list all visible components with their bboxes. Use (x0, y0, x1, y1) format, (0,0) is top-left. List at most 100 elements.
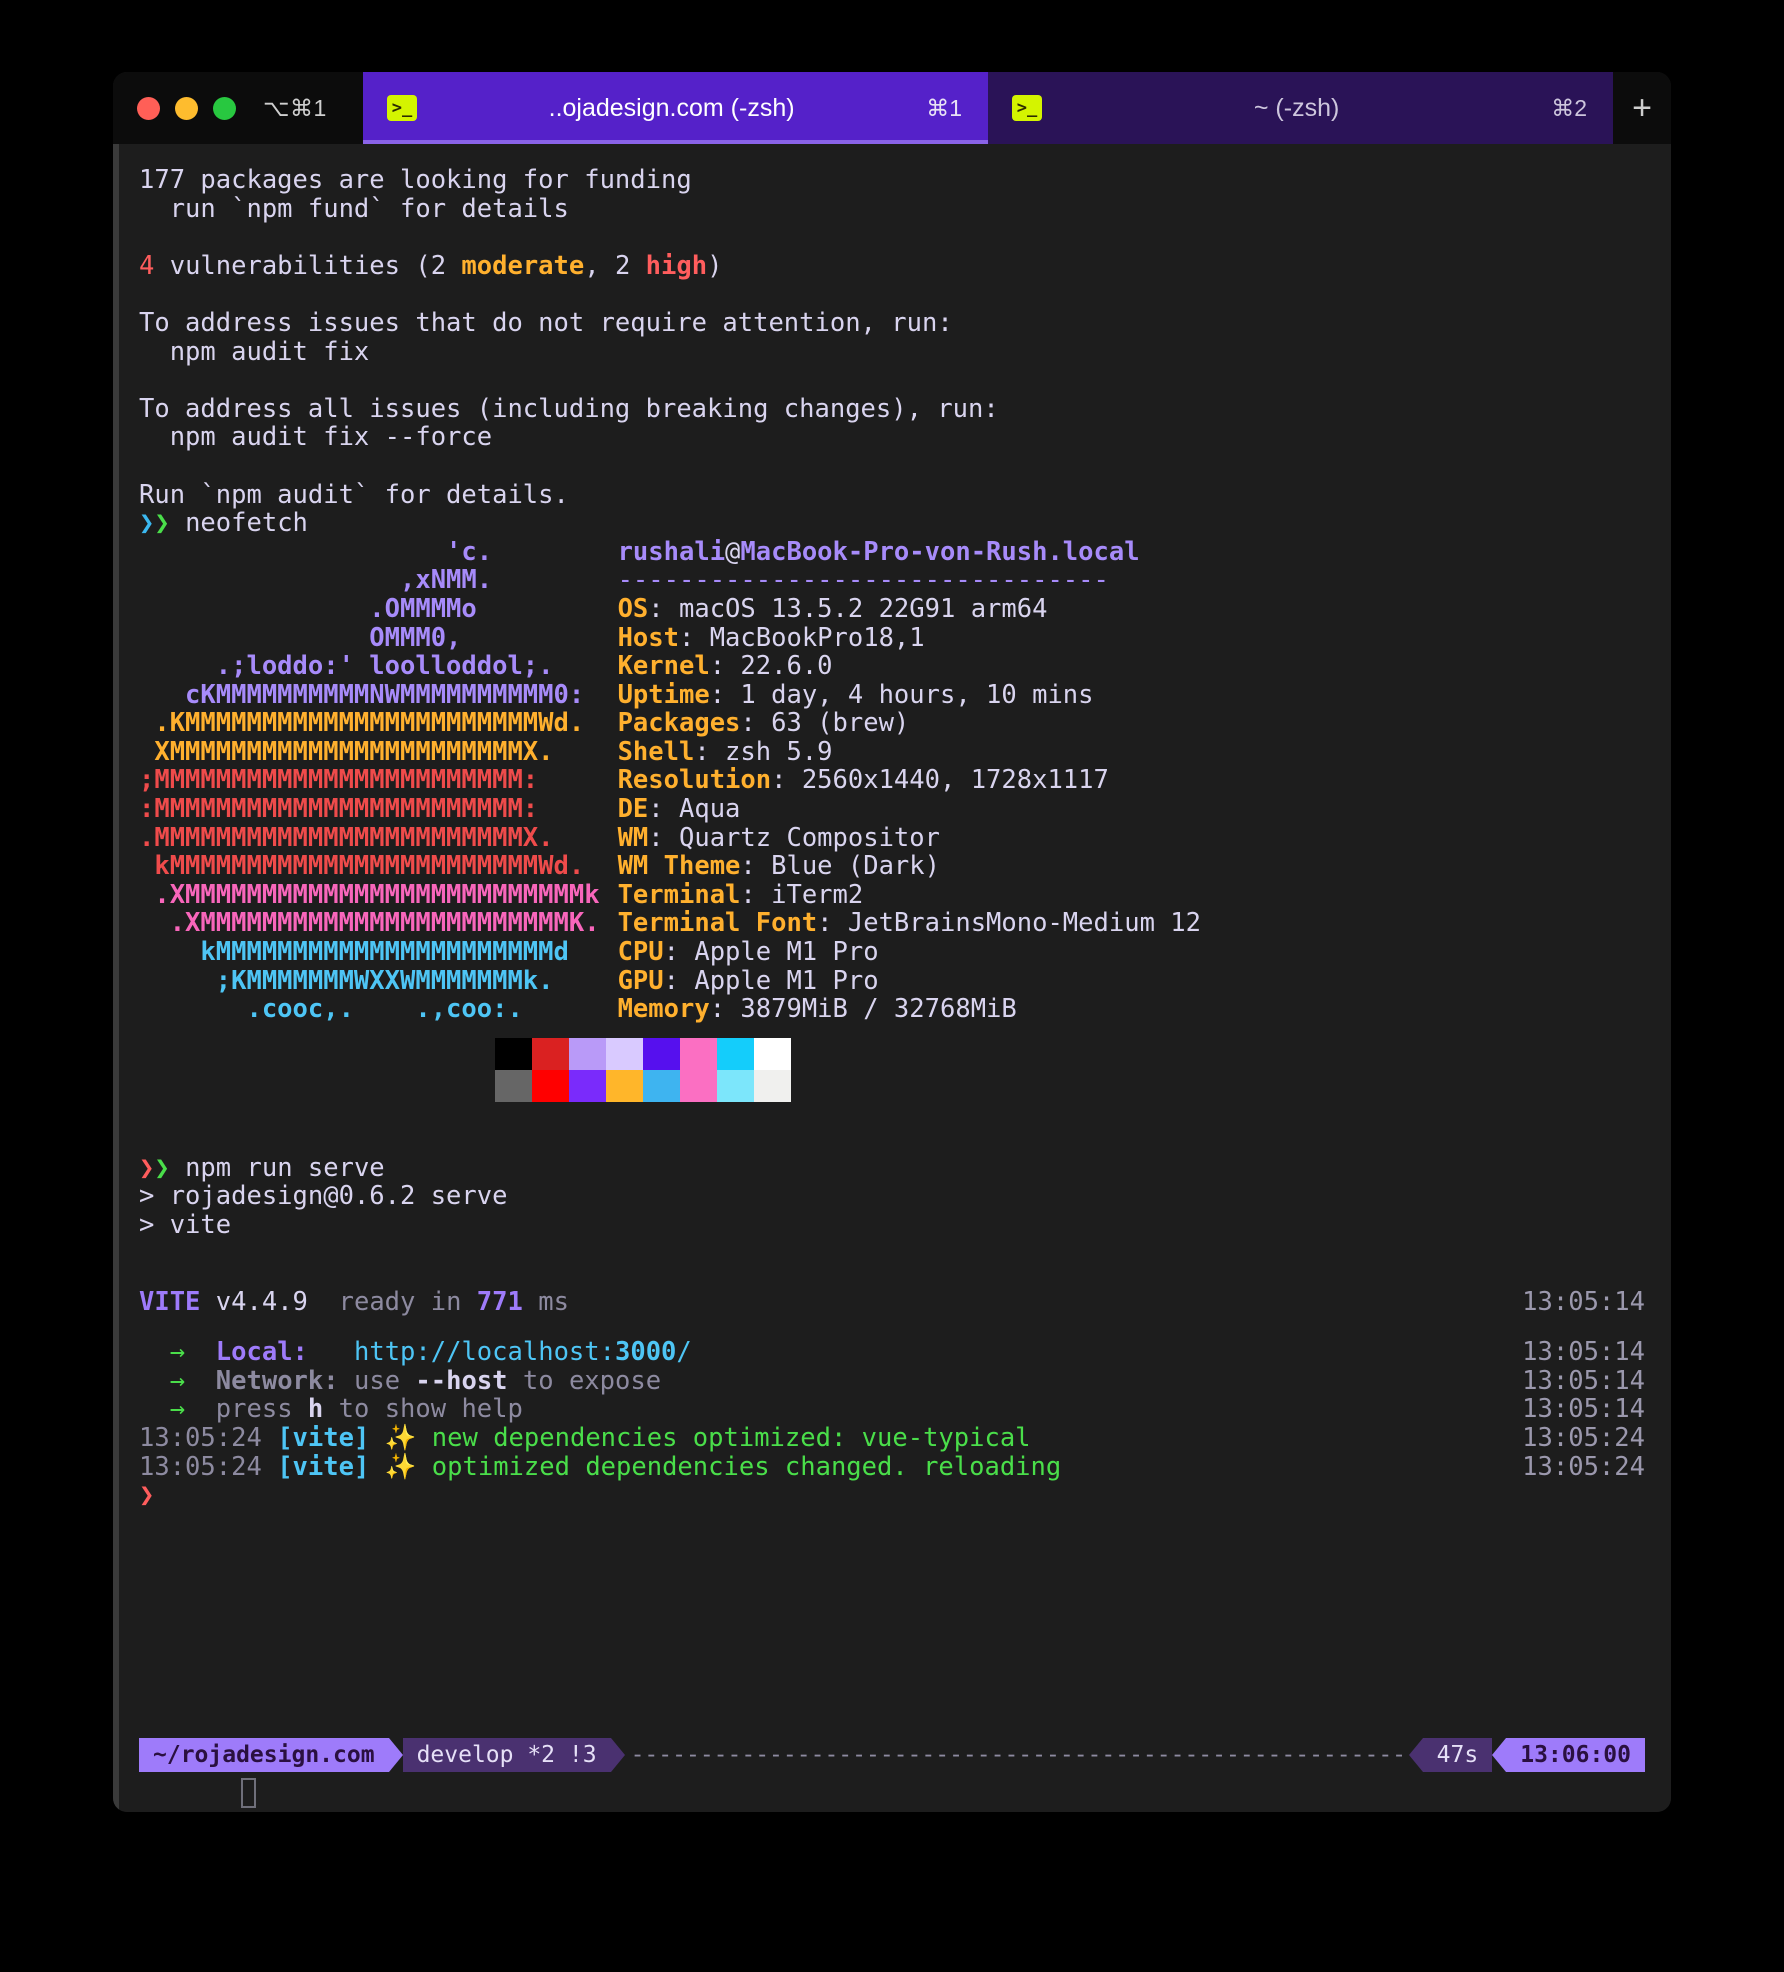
arrow-icon: → (169, 1337, 186, 1368)
tab-home[interactable]: >_ ~ (-zsh) ⌘2 (988, 72, 1613, 144)
timestamp: 13:05:14 (1522, 1365, 1645, 1396)
tab-shortcut: ⌘2 (1551, 94, 1587, 121)
text-cursor (241, 1778, 256, 1808)
neofetch-label: Kernel (617, 651, 710, 682)
traffic-light-zone: ⌥⌘1 (113, 72, 363, 144)
window-shortcut-hint: ⌥⌘1 (263, 94, 327, 121)
address-issues-cmd: npm audit fix (139, 336, 370, 367)
log-message: optimized dependencies changed. reloadin… (431, 1451, 1062, 1482)
neofetch-hostname: MacBook-Pro-von-Rush.local (740, 536, 1140, 567)
neofetch-value: : Quartz Compositor (648, 822, 940, 853)
logo-line: .XMMMMMMMMMMMMMMMMMMMMMMMMK. (139, 908, 600, 939)
prompt-line-neofetch: ❯❯ neofetch (113, 509, 1671, 538)
vite-log-row-1: 13:05:24 [vite] ✨ new dependencies optim… (113, 1424, 1671, 1453)
log-time: 13:05:24 (139, 1422, 262, 1453)
neofetch-label: GPU (617, 965, 664, 996)
neofetch-value: : Apple M1 Pro (663, 937, 879, 968)
palette-swatch (606, 1037, 643, 1070)
palette-swatch (532, 1069, 569, 1102)
neofetch-value: : 22.6.0 (709, 651, 833, 682)
neofetch-value: : iTerm2 (740, 879, 864, 910)
palette-swatch (569, 1037, 606, 1070)
minimize-icon[interactable] (175, 96, 198, 120)
vite-local-label: Local: (215, 1337, 308, 1368)
vuln-high: high (645, 250, 708, 281)
vite-ready-ms: 771 (476, 1286, 523, 1317)
logo-line: :MMMMMMMMMMMMMMMMMMMMMMMM: (139, 794, 539, 825)
npm-audit-output: 177 packages are looking for funding run… (113, 166, 1671, 509)
logo-line: OMMM0, (139, 622, 462, 653)
sparkles-icon: ✨ (384, 1451, 417, 1482)
neofetch-value: : MacBookPro18,1 (679, 622, 925, 653)
palette-row-bright (495, 1069, 1671, 1102)
neofetch-username: rushali (617, 536, 726, 567)
neofetch-value: : Apple M1 Pro (663, 965, 879, 996)
neofetch-label: DE (617, 794, 649, 825)
logo-line: ;KMMMMMMMWXXWMMMMMMMk. (139, 965, 554, 996)
neofetch-label: Shell (617, 736, 695, 767)
logo-line: kMMMMMMMMMMMMMMMMMMMMMMd (139, 937, 569, 968)
tab-ojadesign[interactable]: >_ ..ojadesign.com (-zsh) ⌘1 (363, 72, 988, 144)
prompt-symbol-icon: ❯ (154, 508, 170, 539)
close-icon[interactable] (137, 96, 160, 120)
vite-name: VITE (139, 1286, 201, 1317)
vuln-close: ) (707, 250, 723, 281)
terminal-body[interactable]: 177 packages are looking for funding run… (113, 144, 1671, 1812)
command-neofetch: neofetch (185, 508, 308, 539)
timestamp: 13:05:14 (1522, 1337, 1645, 1368)
scroll-gutter (113, 144, 119, 1812)
address-issues-line: To address issues that do not require at… (139, 307, 953, 338)
neofetch-output: 'c. ,xNMM. .OMMMMo OMMM0, .;loddo:' lool… (113, 536, 1671, 1024)
neofetch-label: WM (617, 822, 649, 853)
neofetch-separator: -------------------------------- (617, 565, 1109, 596)
neofetch-label: OS (617, 593, 649, 624)
palette-swatch (643, 1069, 680, 1102)
address-all-line: To address all issues (including breakin… (139, 393, 999, 424)
apple-logo-ascii-art: 'c. ,xNMM. .OMMMMo OMMM0, .;loddo:' lool… (139, 536, 600, 1024)
neofetch-label: WM Theme (617, 851, 741, 882)
logo-line: 'c. (139, 536, 493, 567)
neofetch-value: : Blue (Dark) (740, 851, 940, 882)
status-path[interactable]: ~/rojadesign.com (139, 1738, 389, 1772)
powerline-separator-icon (610, 1738, 625, 1772)
vite-local-url[interactable]: http://localhost: (354, 1337, 615, 1367)
vite-network-row: → Network: use --host to expose 13:05:14 (113, 1365, 1671, 1396)
neofetch-value: : 63 (brew) (740, 708, 910, 739)
command-serve: npm run serve (185, 1152, 385, 1183)
neofetch-value: : macOS 13.5.2 22G91 arm64 (648, 593, 1048, 624)
neofetch-label: Uptime (617, 679, 710, 710)
terminal-window: ⌥⌘1 >_ ..ojadesign.com (-zsh) ⌘1 >_ ~ (-… (113, 72, 1671, 1812)
vuln-text: vulnerabilities (2 (154, 250, 462, 281)
logo-line: ;MMMMMMMMMMMMMMMMMMMMMMMM: (139, 765, 539, 796)
status-git-branch[interactable]: develop *2 !3 (402, 1738, 611, 1772)
new-tab-button[interactable]: + (1613, 72, 1671, 144)
neofetch-value: : 2560x1440, 1728x1117 (771, 765, 1109, 796)
vuln-mid: , 2 (584, 250, 646, 281)
palette-swatch (569, 1069, 606, 1102)
log-message: new dependencies optimized: vue-typical (431, 1422, 1031, 1453)
terminal-icon: >_ (387, 95, 417, 121)
log-time: 13:05:24 (139, 1451, 262, 1482)
address-all-cmd: npm audit fix --force (139, 422, 493, 453)
trailing-prompt: ❯ (113, 1481, 1671, 1510)
neofetch-value: : JetBrainsMono-Medium 12 (817, 908, 1201, 939)
logo-line: kMMMMMMMMMMMMMMMMMMMMMMMMWd. (139, 851, 585, 882)
neofetch-value: : Aqua (648, 794, 741, 825)
neofetch-label: CPU (617, 937, 664, 968)
logo-line: .KMMMMMMMMMMMMMMMMMMMMMMMWd. (139, 708, 585, 739)
npm-bin-line: > vite (139, 1210, 232, 1240)
vite-local-port: 3000 (614, 1337, 677, 1368)
npm-serve-output: > rojadesign@0.6.2 serve > vite (113, 1182, 1671, 1239)
vite-network-flag: --host (415, 1365, 508, 1396)
color-palette (495, 1037, 1671, 1102)
run-audit-line: Run `npm audit` for details. (139, 479, 569, 510)
vuln-moderate: moderate (461, 250, 585, 281)
vite-network-label: Network: (215, 1365, 339, 1396)
maximize-icon[interactable] (213, 96, 236, 120)
logo-line: .MMMMMMMMMMMMMMMMMMMMMMMMX. (139, 822, 554, 853)
vite-network-text-b: to expose (507, 1365, 662, 1396)
prompt-line-serve: ❯❯ npm run serve (113, 1154, 1671, 1183)
neofetch-value: : 1 day, 4 hours, 10 mins (709, 679, 1094, 710)
logo-line: .;loddo:' loolloddol;. (139, 651, 554, 682)
palette-row-normal (495, 1037, 1671, 1070)
